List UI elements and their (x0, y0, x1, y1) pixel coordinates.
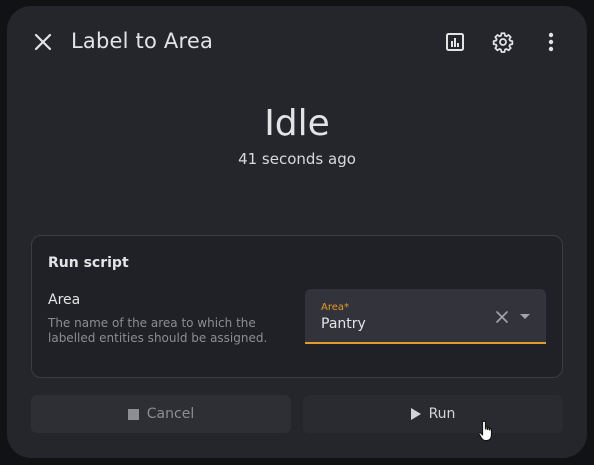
select-floating-label: Area* (321, 302, 349, 313)
chevron-down-icon (520, 314, 530, 319)
select-label-text: Area (321, 302, 345, 313)
play-icon (410, 408, 421, 420)
close-icon (34, 33, 52, 51)
clear-button[interactable] (494, 309, 510, 325)
gear-icon (492, 32, 514, 53)
area-select[interactable]: Area* Pantry (305, 289, 546, 344)
chart-box-icon (446, 33, 464, 51)
run-label: Run (428, 406, 456, 422)
clear-icon (496, 311, 508, 323)
dropdown-toggle[interactable] (519, 311, 531, 323)
field-description: The name of the area to which the labell… (48, 316, 268, 345)
state-display: Idle 41 seconds ago (7, 102, 587, 168)
script-dialog: Label to Area Idle 41 seconds ago Run sc… (7, 6, 587, 458)
cancel-label: Cancel (146, 406, 195, 422)
run-script-card: Run script Area The name of the area to … (31, 235, 563, 378)
cancel-button[interactable]: Cancel (31, 395, 291, 433)
state-value: Idle (264, 103, 330, 144)
more-options-button[interactable] (531, 22, 571, 62)
stop-icon (127, 408, 139, 420)
card-title: Run script (48, 255, 129, 271)
dialog-header: Label to Area (7, 6, 587, 78)
field-name: Area (48, 292, 81, 308)
last-changed: 41 seconds ago (238, 150, 356, 168)
close-button[interactable] (23, 22, 63, 62)
run-button[interactable]: Run (303, 395, 563, 433)
settings-button[interactable] (483, 22, 523, 62)
dialog-title: Label to Area (71, 29, 214, 53)
dots-vertical-icon (548, 32, 554, 52)
history-button[interactable] (435, 22, 475, 62)
required-marker: * (344, 302, 350, 313)
hand-pointer-cursor (478, 420, 492, 441)
select-value: Pantry (321, 316, 366, 332)
